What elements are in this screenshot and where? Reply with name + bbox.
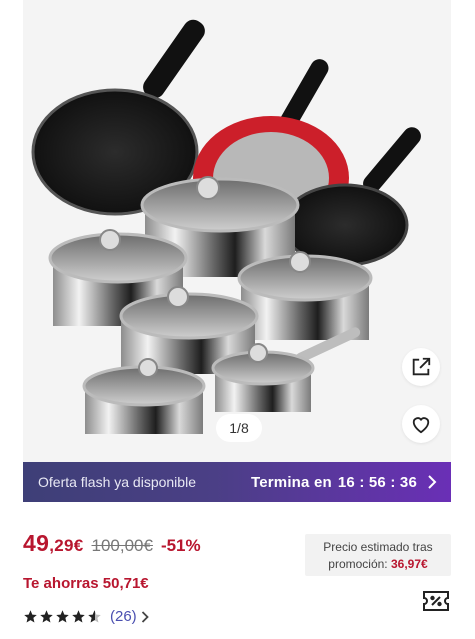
chevron-right-icon xyxy=(141,610,149,623)
review-count[interactable]: (26) xyxy=(110,608,137,625)
product-image-gallery[interactable]: 1/8 xyxy=(23,0,451,462)
share-external-icon xyxy=(412,357,431,376)
star-icon xyxy=(56,610,69,623)
star-icon xyxy=(24,610,37,623)
flash-ends-label: Termina en xyxy=(250,473,332,491)
price-row: 49,29€ 100,00€ -51% xyxy=(23,530,201,557)
promo-estimate-box: Precio estimado tras promoción: 36,97€ xyxy=(305,534,451,576)
promo-value: 36,97€ xyxy=(391,557,428,571)
share-button[interactable] xyxy=(402,348,440,386)
product-image xyxy=(31,19,421,434)
current-price-dec: ,29€ xyxy=(49,536,84,555)
image-counter: 1/8 xyxy=(216,414,262,442)
coupon-icon[interactable] xyxy=(422,590,450,612)
discount-badge: -51% xyxy=(160,536,201,555)
original-price: 100,00€ xyxy=(91,536,153,555)
savings-text: Te ahorras 50,71€ xyxy=(23,575,149,592)
current-price-int: 49 xyxy=(23,530,50,556)
star-icon xyxy=(72,610,85,623)
heart-icon xyxy=(412,417,430,434)
chevron-right-icon xyxy=(427,475,437,489)
rating-stars xyxy=(23,609,103,624)
star-icon xyxy=(40,610,53,623)
flash-countdown: Termina en 16 : 56 : 36 xyxy=(251,474,437,491)
star-half-icon xyxy=(88,610,101,623)
rating-row[interactable]: (26) xyxy=(23,608,149,625)
current-price: 49,29€ xyxy=(23,530,83,557)
flash-offer-banner[interactable]: Oferta flash ya disponible Termina en 16… xyxy=(23,462,451,502)
flash-timer: 16 : 56 : 36 xyxy=(337,473,417,491)
flash-offer-label: Oferta flash ya disponible xyxy=(38,474,196,490)
favorite-button[interactable] xyxy=(402,405,440,443)
